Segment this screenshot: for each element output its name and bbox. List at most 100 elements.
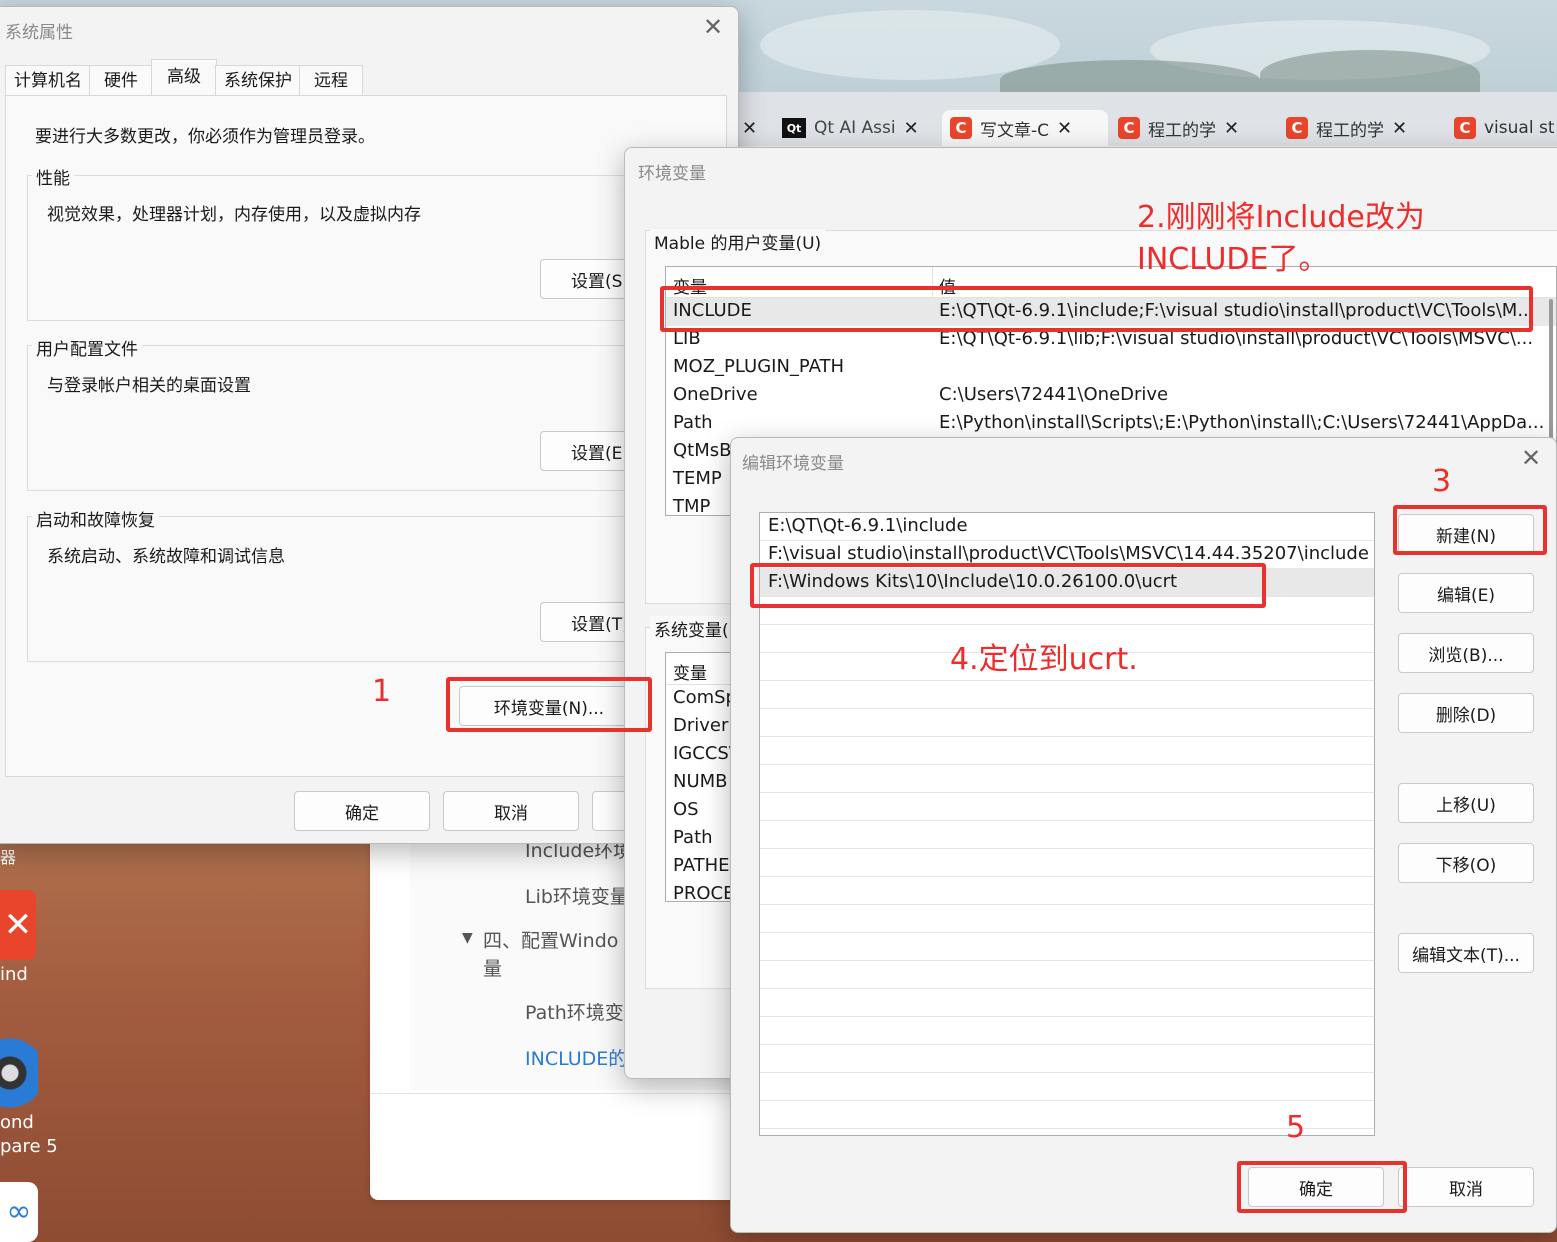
annotation-step-2-line2: INCLUDE了。 (1137, 242, 1329, 277)
toc-item[interactable]: Lib环境变量 (525, 882, 629, 909)
tab-system-protection[interactable]: 系统保护 (215, 65, 301, 96)
list-item[interactable]: E:\QT\Qt-6.9.1\include (760, 513, 1374, 541)
var-name: PROCE (673, 883, 735, 902)
list-item[interactable] (760, 1017, 1374, 1045)
move-up-button[interactable]: 上移(U) (1398, 783, 1534, 823)
annotation-step-2-line1: 2.刚刚将Include改为 (1137, 200, 1425, 235)
tab-label: 程工的学 (1316, 120, 1384, 141)
column-header-variable[interactable]: 变量 (673, 659, 707, 684)
group-label: Mable 的用户变量(U) (650, 229, 826, 254)
group-description: 视觉效果，处理器计划，内存使用，以及虚拟内存 (47, 205, 421, 225)
qt-logo-icon: Qt (782, 118, 806, 138)
list-item[interactable] (760, 821, 1374, 849)
var-value: E:\Python\install\Scripts\;E:\Python\ins… (939, 412, 1545, 433)
desktop-icon-label: ind (0, 964, 28, 985)
close-icon[interactable]: ✕ (1392, 118, 1407, 139)
edit-environment-variable-window: 编辑环境变量 ✕ E:\QT\Qt-6.9.1\include F:\visua… (730, 437, 1557, 1233)
app-disc-icon[interactable] (0, 1036, 38, 1110)
annotation-box-include-row (660, 286, 1533, 332)
annotation-box-new-button (1393, 505, 1547, 555)
list-item[interactable] (760, 849, 1374, 877)
annotation-box-ok-button (1237, 1161, 1407, 1213)
edit-button[interactable]: 编辑(E) (1398, 573, 1534, 613)
var-name: IGCCS\ (673, 743, 735, 764)
desktop-char-label: 器 (0, 848, 17, 867)
list-item[interactable] (760, 961, 1374, 989)
cancel-button[interactable]: 取消 (443, 791, 579, 831)
group-description: 系统启动、系统故障和调试信息 (47, 547, 285, 567)
toc-item[interactable]: Path环境变 (525, 998, 624, 1025)
list-item[interactable] (760, 933, 1374, 961)
table-row[interactable]: OneDrive C:\Users\72441\OneDrive (666, 382, 1556, 410)
tab-remote[interactable]: 远程 (299, 65, 363, 96)
list-item[interactable] (760, 681, 1374, 709)
close-icon[interactable]: ✕ (703, 13, 723, 41)
browser-tab[interactable]: C visual st (1454, 110, 1557, 146)
toc-item[interactable]: 四、配置Windo (483, 926, 618, 953)
var-name: TEMP (673, 468, 722, 489)
browser-tab[interactable]: C 程工的学 ✕ (1118, 110, 1278, 146)
annotation-box-ucrt-entry (750, 563, 1266, 608)
list-item[interactable] (760, 793, 1374, 821)
scrollbar[interactable] (1549, 299, 1553, 439)
list-item[interactable] (760, 1101, 1374, 1129)
csdn-logo-icon: C (950, 117, 972, 139)
list-item[interactable] (760, 1073, 1374, 1101)
group-label: 启动和故障恢复 (32, 506, 159, 531)
edit-text-button[interactable]: 编辑文本(T)... (1398, 933, 1534, 973)
var-name: Path (673, 827, 713, 848)
app-baidu-icon[interactable]: ∞ (0, 1182, 38, 1242)
group-label: 系统变量( (650, 616, 733, 641)
chevron-down-icon[interactable]: ▼ (462, 930, 473, 946)
tab-label: Qt AI Assi (814, 118, 896, 138)
group-label: 性能 (32, 164, 74, 189)
tab-advanced[interactable]: 高级 (151, 59, 217, 98)
admin-note: 要进行大多数更改，你必须作为管理员登录。 (35, 127, 375, 147)
close-icon[interactable]: ✕ (1057, 118, 1072, 139)
list-item[interactable] (760, 905, 1374, 933)
close-icon[interactable]: ✕ (1224, 118, 1239, 139)
annotation-step-1: 1 (372, 674, 392, 709)
var-name: ComSp (673, 687, 737, 708)
list-item[interactable] (760, 1045, 1374, 1073)
desktop-icon-label: pare 5 (0, 1136, 58, 1157)
table-row[interactable]: Path E:\Python\install\Scripts\;E:\Pytho… (666, 410, 1556, 438)
close-icon[interactable]: ✕ (1521, 444, 1541, 472)
browser-tab[interactable]: C 程工的学 ✕ (1286, 110, 1446, 146)
desktop-icons: 器 ✕ ind ond pare 5 ∞ (0, 840, 60, 1242)
var-name: MOZ_PLUGIN_PATH (673, 356, 845, 377)
browser-tab-close-prev[interactable]: ✕ (742, 110, 757, 146)
browse-button[interactable]: 浏览(B)... (1398, 633, 1534, 673)
annotation-step-4: 4.定位到ucrt. (950, 642, 1138, 677)
tab-computer-name[interactable]: 计算机名 (5, 65, 91, 96)
var-name: TMP (673, 496, 711, 516)
close-icon[interactable]: ✕ (904, 118, 919, 139)
table-row[interactable]: MOZ_PLUGIN_PATH (666, 354, 1556, 382)
var-name: PATHE (673, 855, 730, 876)
ok-button[interactable]: 确定 (294, 791, 430, 831)
browser-tab[interactable]: Qt Qt AI Assi ✕ (782, 110, 932, 146)
list-item[interactable] (760, 877, 1374, 905)
var-name: Path (673, 412, 713, 433)
list-item[interactable] (760, 737, 1374, 765)
window-title: 编辑环境变量 (742, 454, 844, 474)
var-name: OS (673, 799, 699, 820)
delete-button[interactable]: 删除(D) (1398, 693, 1534, 733)
move-down-button[interactable]: 下移(O) (1398, 843, 1534, 883)
divider (370, 1093, 770, 1094)
toc-item-active[interactable]: INCLUDE的 (525, 1044, 627, 1071)
path-entry: E:\QT\Qt-6.9.1\include (768, 515, 968, 536)
app-red-icon[interactable]: ✕ (0, 890, 36, 960)
csdn-logo-icon: C (1286, 117, 1308, 139)
group-description: 与登录帐户相关的桌面设置 (47, 376, 251, 396)
window-title: 环境变量 (638, 164, 706, 184)
list-item[interactable] (760, 765, 1374, 793)
list-item[interactable] (760, 989, 1374, 1017)
var-value: C:\Users\72441\OneDrive (939, 384, 1169, 405)
path-entry: F:\visual studio\install\product\VC\Tool… (768, 543, 1369, 564)
cancel-button[interactable]: 取消 (1398, 1167, 1534, 1207)
browser-tab-active[interactable]: C 写文章-C ✕ (942, 110, 1108, 146)
close-icon[interactable]: ✕ (742, 118, 757, 139)
list-item[interactable] (760, 709, 1374, 737)
tab-hardware[interactable]: 硬件 (89, 65, 153, 96)
